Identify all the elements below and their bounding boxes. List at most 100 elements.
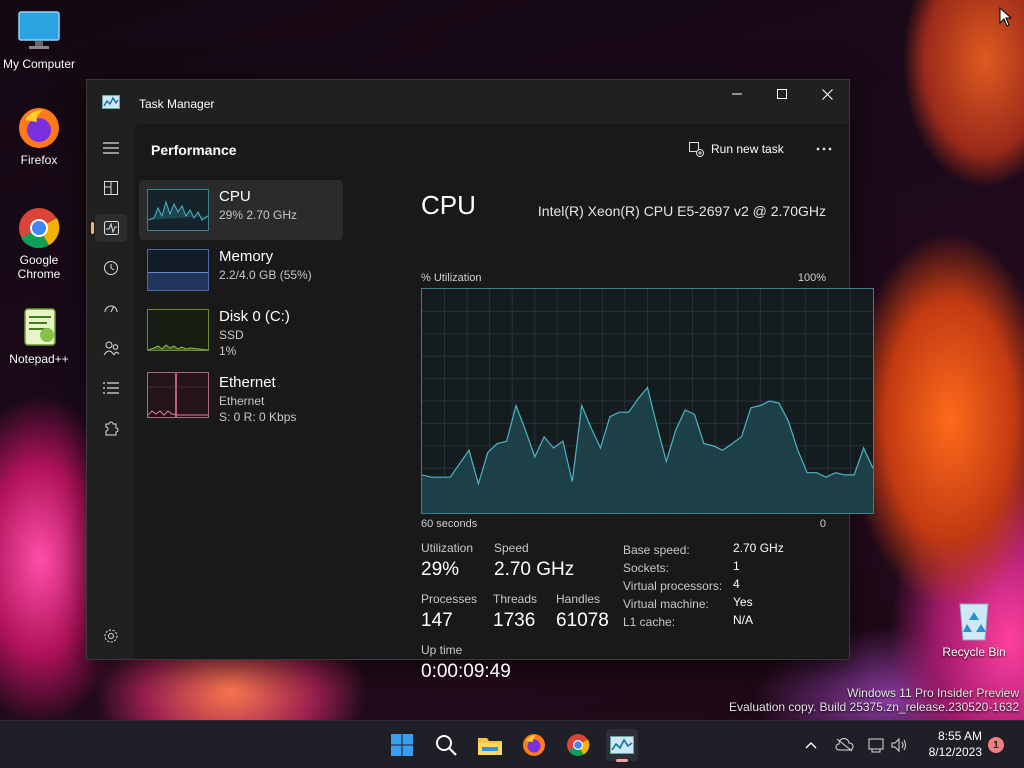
taskbar-task-manager[interactable]: [606, 729, 638, 762]
watermark-line-2: Evaluation copy. Build 25375.zn_release.…: [729, 700, 1019, 714]
spec-value: 2.70 GHz: [733, 541, 784, 555]
gear-icon: [104, 629, 118, 643]
resource-summary: S: 0 R: 0 Kbps: [219, 410, 297, 424]
maximize-icon: [777, 89, 787, 99]
taskbar-file-explorer[interactable]: [474, 729, 506, 761]
spec-label: Virtual machine:: [623, 597, 709, 611]
more-options-icon: [816, 147, 832, 151]
desktop-icon-my-computer[interactable]: My Computer: [1, 10, 77, 71]
history-icon: [104, 261, 118, 275]
clock-time: 8:55 AM: [937, 729, 982, 743]
chrome-icon: [567, 734, 590, 756]
nav-details[interactable]: [95, 374, 127, 402]
minimize-button[interactable]: [714, 80, 760, 108]
desktop-icon-label: Recycle Bin: [942, 645, 1006, 659]
monitor-icon: [17, 10, 61, 54]
volume-icon: [891, 737, 906, 753]
page-header: Performance Run new task: [135, 124, 849, 174]
nav-users[interactable]: [95, 334, 127, 362]
cpu-heading: CPU: [421, 190, 476, 220]
hamburger-menu-button[interactable]: [95, 134, 127, 162]
graph-y-label: % Utilization: [421, 272, 482, 284]
spec-value: N/A: [733, 613, 754, 627]
nav-processes[interactable]: [95, 174, 127, 202]
title-bar[interactable]: Task Manager: [87, 80, 849, 124]
desktop-icon-firefox[interactable]: Firefox: [1, 106, 77, 167]
nav-settings[interactable]: [95, 622, 127, 650]
threads-value: 1736: [493, 610, 536, 631]
run-new-task-button[interactable]: Run new task: [683, 136, 789, 162]
maximize-button[interactable]: [759, 80, 805, 108]
utilization-value: 29%: [421, 559, 460, 580]
disk-thumbnail: [147, 309, 209, 351]
processes-value: 147: [421, 610, 453, 631]
taskbar: 8:55 AM 8/12/2023 1: [0, 720, 1024, 768]
task-manager-icon: [610, 736, 634, 754]
spec-value: 4: [733, 577, 740, 591]
uptime-value: 0:00:09:49: [421, 661, 511, 682]
quick-settings-button[interactable]: [862, 729, 914, 761]
spec-label: Virtual processors:: [623, 579, 723, 593]
notification-badge[interactable]: 1: [988, 737, 1004, 753]
resource-name: Disk 0 (C:): [219, 308, 290, 325]
mouse-cursor-icon: [999, 7, 1013, 27]
taskbar-firefox[interactable]: [518, 729, 550, 761]
cpu-graph-svg: [422, 289, 873, 513]
details-list-icon: [103, 382, 119, 394]
desktop-icon-notepad-plus-plus[interactable]: Notepad++: [1, 305, 77, 366]
resource-summary: 29% 2.70 GHz: [219, 208, 298, 222]
memory-thumbnail: [147, 249, 209, 291]
nav-startup-apps[interactable]: [95, 294, 127, 322]
resource-item-ethernet[interactable]: Ethernet Ethernet S: 0 R: 0 Kbps: [139, 360, 343, 426]
windows-logo-icon: [391, 734, 413, 756]
clock-date: 8/12/2023: [928, 745, 982, 759]
taskbar-chrome[interactable]: [562, 729, 594, 761]
watermark-line-1: Windows 11 Pro Insider Preview: [847, 686, 1019, 700]
resource-summary: 2.2/4.0 GB (55%): [219, 268, 312, 282]
nav-performance[interactable]: [91, 214, 127, 242]
build-watermark: Windows 11 Pro Insider Preview Evaluatio…: [729, 686, 1019, 714]
nav-app-history[interactable]: [95, 254, 127, 282]
resource-item-memory[interactable]: Memory 2.2/4.0 GB (55%): [139, 240, 343, 300]
clock-button[interactable]: 8:55 AM 8/12/2023: [918, 728, 982, 762]
onedrive-button[interactable]: [829, 729, 859, 761]
navigation-rail: [87, 124, 135, 659]
desktop-icon-recycle-bin[interactable]: Recycle Bin: [936, 598, 1012, 659]
uptime-label: Up time: [421, 643, 463, 657]
window-title: Task Manager: [139, 97, 215, 111]
network-icon: [868, 738, 884, 753]
more-options-button[interactable]: [809, 136, 839, 162]
hamburger-icon: [103, 142, 119, 154]
folder-icon: [478, 738, 502, 755]
resource-item-disk[interactable]: Disk 0 (C:) SSD 1%: [139, 300, 343, 360]
search-button[interactable]: [430, 729, 462, 761]
cpu-thumbnail: [147, 189, 209, 231]
show-hidden-icons-button[interactable]: [797, 729, 825, 761]
task-manager-window: Task Manager Performance Run new task CP…: [86, 79, 874, 682]
graph-y-max: 100%: [797, 272, 826, 284]
chevron-up-icon: [805, 742, 817, 749]
performance-icon: [103, 221, 119, 235]
firefox-icon: [17, 106, 61, 150]
close-button[interactable]: [804, 80, 850, 108]
recycle-bin-icon: [952, 598, 996, 642]
minimize-icon: [732, 93, 742, 95]
resource-item-cpu[interactable]: CPU 29% 2.70 GHz: [139, 180, 343, 240]
handles-value: 61078: [556, 610, 609, 631]
threads-label: Threads: [493, 592, 538, 606]
resource-name: Memory: [219, 248, 274, 265]
handles-label: Handles: [556, 592, 601, 606]
start-button[interactable]: [386, 729, 418, 761]
desktop-icon-google-chrome[interactable]: Google Chrome: [1, 206, 77, 281]
users-icon: [103, 341, 119, 355]
graph-x-min: 0: [819, 518, 826, 530]
resource-adapter: Ethernet: [219, 394, 265, 408]
task-manager-icon: [102, 95, 120, 114]
nav-services[interactable]: [95, 414, 127, 442]
utilization-label: Utilization: [421, 541, 474, 555]
search-icon: [436, 735, 457, 756]
active-app-indicator: [616, 759, 628, 762]
resource-summary: 1%: [219, 344, 237, 358]
desktop-icon-label: My Computer: [2, 57, 76, 71]
spec-label: L1 cache:: [623, 615, 676, 629]
